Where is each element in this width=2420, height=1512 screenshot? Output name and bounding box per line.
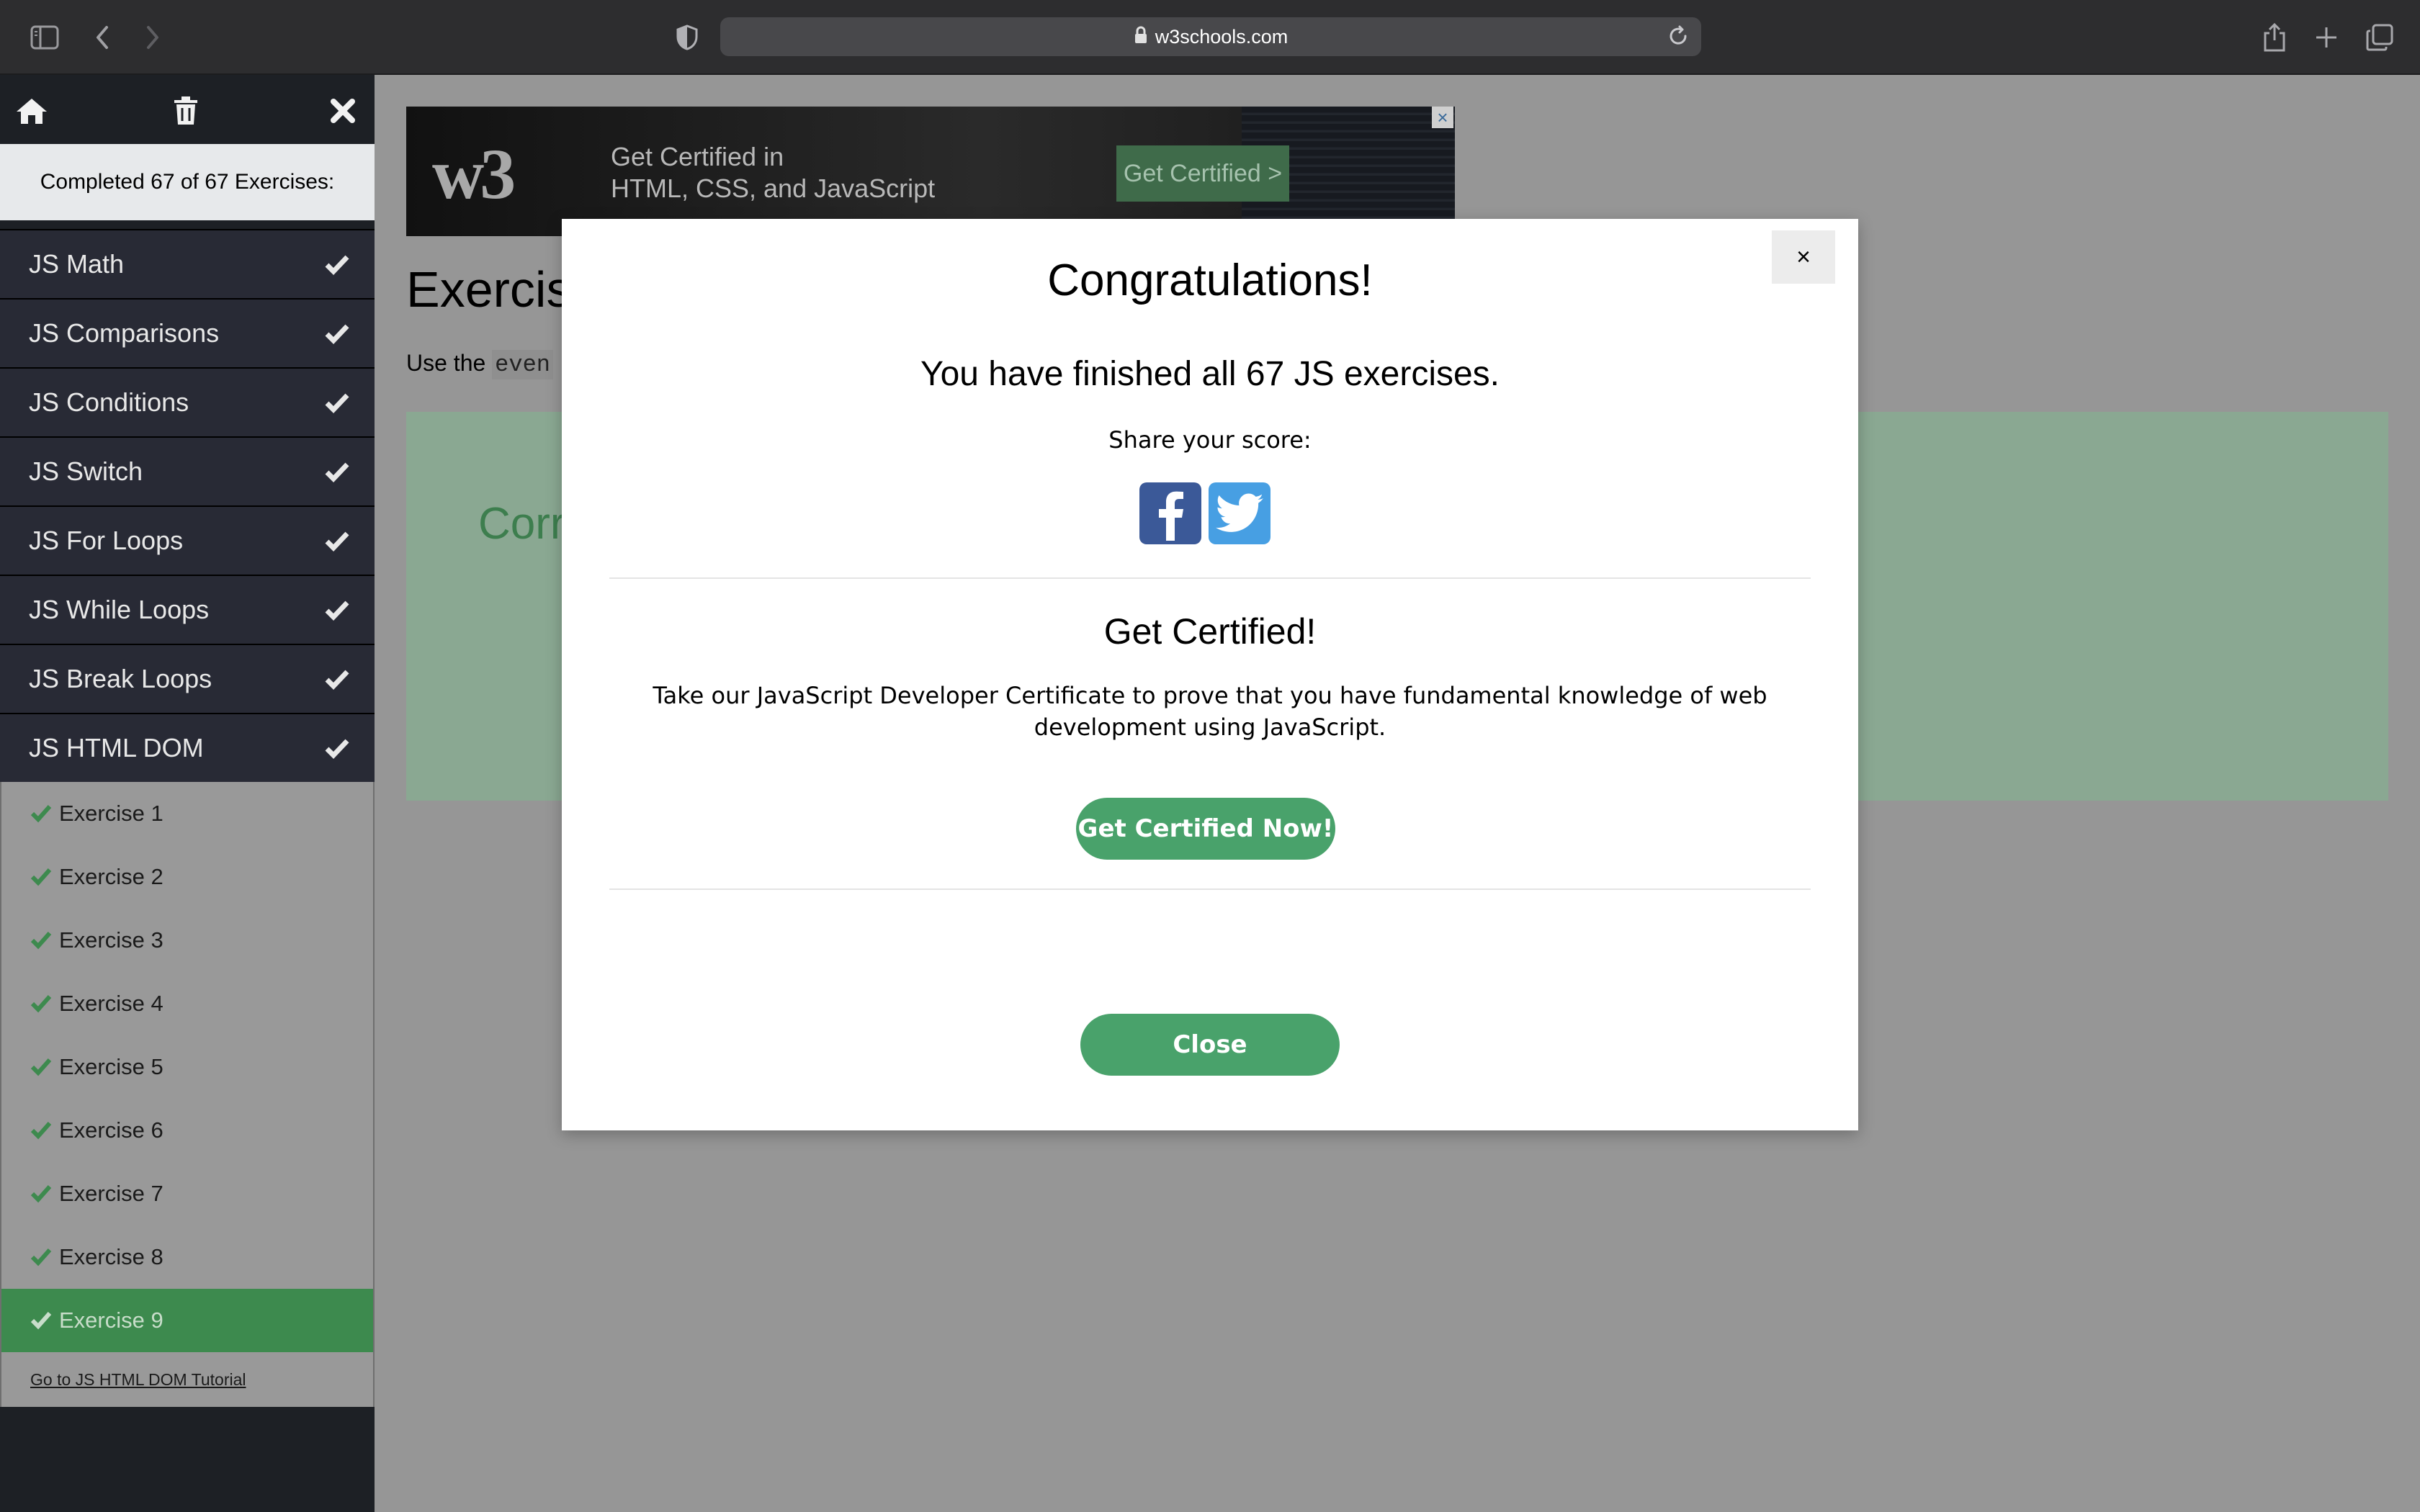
lock-icon [1134, 26, 1148, 48]
get-certified-button[interactable]: Get Certified Now! [1076, 798, 1335, 860]
ad-close-icon[interactable]: × [1432, 107, 1453, 128]
category-item[interactable]: JS Comparisons [0, 298, 375, 367]
instruction-code: even [492, 350, 553, 379]
category-label: JS Break Loops [29, 664, 212, 693]
address-bar[interactable]: w3schools.com [720, 17, 1701, 56]
w3-logo: w3 [432, 134, 516, 214]
category-list: JS Math JS Comparisons JS Conditions JS … [0, 229, 375, 782]
instruction-text: Use the [406, 350, 486, 376]
certificate-heading: Get Certified! [1103, 611, 1317, 652]
ad-banner[interactable]: w3 Get Certified in HTML, CSS, and JavaS… [406, 107, 1455, 236]
checkmark-icon [324, 321, 350, 351]
tutorial-link[interactable]: Go to JS HTML DOM Tutorial [1, 1352, 373, 1407]
exercise-label: Exercise 7 [59, 1181, 163, 1206]
category-label: JS Switch [29, 456, 143, 486]
ad-text: Get Certified in HTML, CSS, and JavaScri… [611, 141, 935, 204]
exercise-item-active[interactable]: Exercise 9 [1, 1289, 373, 1352]
finished-message: You have finished all 67 JS exercises. [920, 355, 1500, 393]
exercise-sidebar: Completed 67 of 67 Exercises: JS Math JS… [0, 75, 375, 1512]
url-text: w3schools.com [1155, 25, 1289, 48]
category-label: JS Comparisons [29, 318, 220, 348]
category-item[interactable]: JS Math [0, 229, 375, 298]
checkmark-icon [324, 390, 350, 420]
checkmark-icon [324, 667, 350, 697]
home-icon[interactable] [13, 92, 50, 130]
sidebar-toolbar [0, 75, 375, 144]
green-check-icon [30, 868, 52, 886]
divider [609, 577, 1811, 579]
privacy-shield-icon[interactable] [668, 19, 706, 56]
exercise-list: Exercise 1 Exercise 2 Exercise 3 Exercis… [0, 782, 375, 1407]
green-check-icon [30, 1248, 52, 1266]
congratulations-modal: × Congratulations! You have finished all… [562, 219, 1858, 1130]
category-item[interactable]: JS Conditions [0, 367, 375, 436]
category-label: JS For Loops [29, 526, 184, 555]
exercise-item[interactable]: Exercise 1 [1, 782, 373, 845]
twitter-share-icon[interactable] [1209, 482, 1270, 544]
facebook-share-icon[interactable] [1139, 482, 1201, 544]
divider [609, 888, 1811, 890]
close-button[interactable]: Close [1080, 1014, 1340, 1076]
ad-cta-button[interactable]: Get Certified > [1116, 145, 1289, 202]
share-icon[interactable] [2256, 19, 2293, 56]
exercise-item[interactable]: Exercise 7 [1, 1162, 373, 1225]
exercise-item[interactable]: Exercise 3 [1, 909, 373, 972]
green-check-icon [30, 1184, 52, 1203]
check-icon [30, 1311, 52, 1330]
green-check-icon [30, 804, 52, 823]
exercise-item[interactable]: Exercise 6 [1, 1099, 373, 1162]
category-label: JS Conditions [29, 387, 189, 417]
category-item-html-dom[interactable]: JS HTML DOM [0, 713, 375, 782]
category-item[interactable]: JS Switch [0, 436, 375, 505]
exercise-label: Exercise 9 [59, 1308, 163, 1333]
exercise-item[interactable]: Exercise 2 [1, 845, 373, 909]
category-label: JS HTML DOM [29, 733, 204, 762]
green-check-icon [30, 994, 52, 1013]
exercise-label: Exercise 3 [59, 927, 163, 953]
green-check-icon [30, 1121, 52, 1140]
exercise-instruction: Use the even [406, 350, 553, 379]
exercise-label: Exercise 8 [59, 1244, 163, 1269]
green-check-icon [30, 1058, 52, 1076]
reload-icon[interactable] [1667, 24, 1690, 51]
exercise-item[interactable]: Exercise 8 [1, 1225, 373, 1289]
browser-toolbar: w3schools.com [0, 0, 2420, 75]
checkmark-icon [324, 528, 350, 559]
tab-overview-icon[interactable] [2361, 19, 2398, 56]
certificate-description: Take our JavaScript Developer Certificat… [653, 682, 1767, 741]
checkmark-icon [324, 459, 350, 490]
page-title: Exercis [406, 261, 572, 318]
category-item[interactable]: JS For Loops [0, 505, 375, 575]
completed-count: Completed 67 of 67 Exercises: [0, 144, 375, 220]
sidebar-toggle-icon[interactable] [26, 19, 63, 56]
checkmark-icon [324, 598, 350, 628]
exercise-label: Exercise 1 [59, 801, 163, 826]
trash-icon[interactable] [167, 92, 205, 130]
exercise-label: Exercise 5 [59, 1054, 163, 1079]
category-label: JS Math [29, 249, 125, 279]
forward-icon[interactable] [134, 19, 171, 56]
checkmark-icon [324, 252, 350, 282]
result-text: Corr [478, 499, 565, 549]
exercise-label: Exercise 4 [59, 991, 163, 1016]
exercise-label: Exercise 6 [59, 1117, 163, 1143]
modal-title: Congratulations! [1047, 256, 1373, 305]
exercise-label: Exercise 2 [59, 864, 163, 889]
exercise-item[interactable]: Exercise 5 [1, 1035, 373, 1099]
ad-line-1: Get Certified in [611, 142, 784, 171]
new-tab-icon[interactable] [2308, 19, 2345, 56]
ad-line-2: HTML, CSS, and JavaScript [611, 174, 936, 203]
back-icon[interactable] [84, 19, 121, 56]
close-sidebar-icon[interactable] [324, 92, 362, 130]
checkmark-icon [324, 736, 350, 766]
category-label: JS While Loops [29, 595, 210, 624]
category-item[interactable]: JS While Loops [0, 575, 375, 644]
category-item[interactable]: JS Break Loops [0, 644, 375, 713]
share-label: Share your score: [1108, 426, 1312, 454]
green-check-icon [30, 931, 52, 950]
exercise-item[interactable]: Exercise 4 [1, 972, 373, 1035]
